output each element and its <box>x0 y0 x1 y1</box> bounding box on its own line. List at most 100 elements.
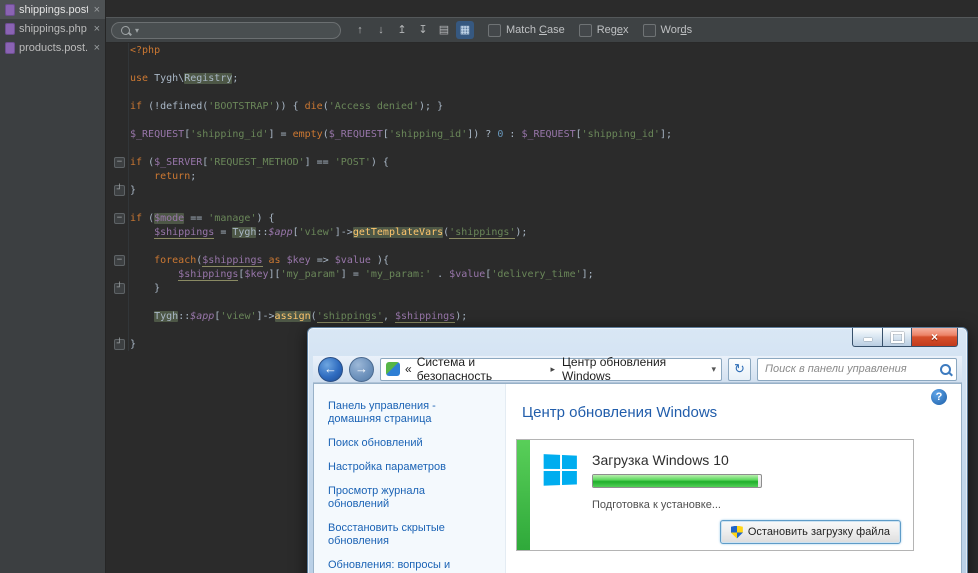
code-line[interactable]: −if ($mode == 'manage') { <box>106 211 978 225</box>
sidebar-link[interactable]: Настройка параметров <box>328 461 478 474</box>
stop-download-label: Остановить загрузку файла <box>748 526 890 538</box>
find-option-2[interactable]: Words <box>643 24 693 37</box>
code-line[interactable] <box>106 85 978 99</box>
code-text: Tygh::$app['view']->assign('shippings', … <box>129 311 467 322</box>
gutter-cell <box>106 57 129 71</box>
maximize-icon <box>891 332 904 343</box>
find-first-occurrence-icon[interactable]: ↥ <box>393 21 411 39</box>
code-line[interactable]: $shippings = Tygh::$app['view']->getTemp… <box>106 225 978 239</box>
refresh-button[interactable]: ↻ <box>728 358 751 381</box>
sidebar-link[interactable]: Восстановить скрытые обновления <box>328 522 478 548</box>
code-line[interactable] <box>106 141 978 155</box>
gutter-cell <box>106 169 129 183</box>
code-line[interactable]: return; <box>106 169 978 183</box>
editor-tab[interactable]: shippings.php× <box>0 19 105 38</box>
breadcrumb-collapse[interactable]: « <box>405 362 412 376</box>
code-line[interactable] <box>106 57 978 71</box>
code-line[interactable] <box>106 197 978 211</box>
sidebar-link[interactable]: Панель управления - домашняя страница <box>328 400 478 426</box>
checkbox[interactable] <box>643 24 656 37</box>
gutter-cell <box>106 323 129 337</box>
maximize-button[interactable] <box>883 328 912 347</box>
code-line[interactable] <box>106 295 978 309</box>
editor-tab[interactable]: shippings.post.php× <box>0 0 105 19</box>
find-filter-icon[interactable]: ▤ <box>435 21 453 39</box>
explorer-toolbar: ← → « Система и безопасность ▸ Центр обн… <box>313 356 962 383</box>
window-titlebar[interactable]: × <box>308 328 967 356</box>
fold-marker[interactable]: − <box>106 253 129 267</box>
download-title: Загрузка Windows 10 <box>592 452 762 468</box>
back-button[interactable]: ← <box>318 357 343 382</box>
code-text: if (!defined('BOOTSTRAP')) { die('Access… <box>129 101 443 112</box>
fold-marker[interactable]: ┘ <box>106 281 129 295</box>
editor-tabstrip: shippings.post.php×shippings.php×product… <box>0 0 106 573</box>
code-line[interactable]: Tygh::$app['view']->assign('shippings', … <box>106 309 978 323</box>
minimize-button[interactable] <box>852 328 883 347</box>
breadcrumb-separator-icon[interactable]: ▸ <box>549 364 558 375</box>
search-history-dropdown-icon[interactable]: ▾ <box>135 26 139 35</box>
code-line[interactable]: <?php <box>106 43 978 57</box>
code-text: $_REQUEST['shipping_id'] = empty($_REQUE… <box>129 129 672 140</box>
php-file-icon <box>5 4 15 16</box>
update-center-main: Центр обновления Windows ? Загрузка Wind… <box>506 384 961 573</box>
sidebar-link[interactable]: Поиск обновлений <box>328 437 478 450</box>
close-icon[interactable]: × <box>94 4 100 16</box>
highlight-all-icon[interactable]: ▦ <box>456 21 474 39</box>
code-text: <?php <box>129 45 160 56</box>
sidebar-link[interactable]: Просмотр журнала обновлений <box>328 485 478 511</box>
help-icon[interactable]: ? <box>931 389 947 405</box>
fold-marker[interactable]: − <box>106 155 129 169</box>
address-bar[interactable]: « Система и безопасность ▸ Центр обновле… <box>380 358 722 381</box>
download-card: Загрузка Windows 10 Подготовка к установ… <box>516 439 914 551</box>
breadcrumb-item[interactable]: Система и безопасность <box>417 355 544 383</box>
gutter-cell <box>106 225 129 239</box>
fold-marker[interactable]: ┘ <box>106 183 129 197</box>
find-prev-icon[interactable]: ↑ <box>351 21 369 39</box>
code-text: if ($mode == 'manage') { <box>129 213 275 224</box>
code-line[interactable]: − foreach($shippings as $key => $value )… <box>106 253 978 267</box>
editor-tab[interactable]: products.post.php × <box>0 38 105 57</box>
forward-button[interactable]: → <box>349 357 374 382</box>
php-file-icon <box>5 42 15 54</box>
close-icon[interactable]: × <box>94 23 100 35</box>
code-text: return; <box>129 171 196 182</box>
checkbox[interactable] <box>579 24 592 37</box>
close-button[interactable]: × <box>912 328 958 347</box>
code-text: $shippings[$key]['my_param'] = 'my_param… <box>129 269 594 280</box>
code-line[interactable] <box>106 113 978 127</box>
sidebar-link[interactable]: Обновления: вопросы и ответы <box>328 559 478 573</box>
close-icon[interactable]: × <box>94 42 100 54</box>
control-panel-sidebar: Панель управления - домашняя страница Пои… <box>314 384 506 573</box>
tab-name: products.post.php <box>19 42 88 54</box>
code-line[interactable]: use Tygh\Registry; <box>106 71 978 85</box>
gutter-cell <box>106 43 129 57</box>
code-line[interactable]: ┘} <box>106 183 978 197</box>
code-line[interactable]: $shippings[$key]['my_param'] = 'my_param… <box>106 267 978 281</box>
find-option-0[interactable]: Match Case <box>488 24 565 37</box>
control-panel-search-input[interactable] <box>763 362 940 376</box>
gutter-cell <box>106 197 129 211</box>
caption-buttons: × <box>852 328 958 347</box>
find-last-occurrence-icon[interactable]: ↧ <box>414 21 432 39</box>
stop-download-button[interactable]: Остановить загрузку файла <box>720 520 901 544</box>
download-status: Подготовка к установке... <box>592 499 762 511</box>
fold-marker[interactable]: ┘ <box>106 337 129 351</box>
control-panel-search[interactable] <box>757 358 957 381</box>
code-line[interactable] <box>106 239 978 253</box>
windows-logo-icon <box>544 454 579 488</box>
fold-marker[interactable]: − <box>106 211 129 225</box>
code-text: if ($_SERVER['REQUEST_METHOD'] == 'POST'… <box>129 157 389 168</box>
address-dropdown-icon[interactable]: ▾ <box>711 364 716 375</box>
checkbox[interactable] <box>488 24 501 37</box>
code-line[interactable]: $_REQUEST['shipping_id'] = empty($_REQUE… <box>106 127 978 141</box>
find-search-field[interactable]: ▾ <box>111 22 341 39</box>
code-line[interactable]: ┘ } <box>106 281 978 295</box>
code-line[interactable]: −if ($_SERVER['REQUEST_METHOD'] == 'POST… <box>106 155 978 169</box>
find-next-icon[interactable]: ↓ <box>372 21 390 39</box>
find-search-input[interactable] <box>144 23 331 37</box>
breadcrumb-item[interactable]: Центр обновления Windows <box>562 355 706 383</box>
find-option-1[interactable]: Regex <box>579 24 629 37</box>
code-line[interactable]: if (!defined('BOOTSTRAP')) { die('Access… <box>106 99 978 113</box>
windows-update-window: × ← → « Система и безопасность ▸ Центр о… <box>307 327 968 573</box>
gutter-cell <box>106 99 129 113</box>
